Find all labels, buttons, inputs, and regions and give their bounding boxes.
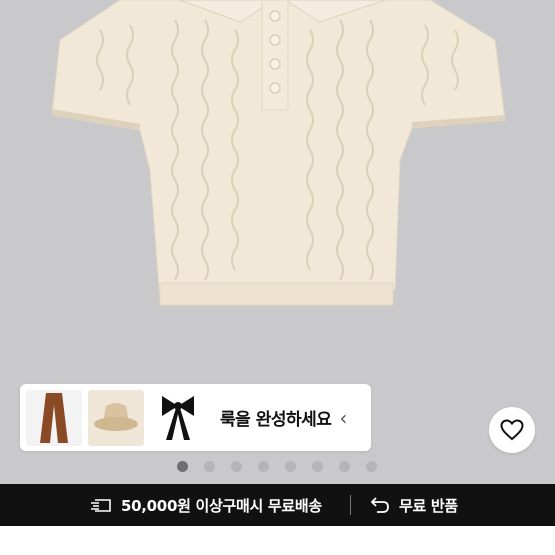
free-shipping-text: 50,000원 이상구매시 무료배송 <box>121 496 322 515</box>
carousel-dot[interactable] <box>312 461 323 472</box>
product-image-sweater <box>51 0 506 306</box>
truck-icon <box>91 499 111 512</box>
wishlist-button[interactable] <box>489 407 535 453</box>
return-arrow-icon <box>370 497 389 513</box>
look-item-thumbnail[interactable] <box>88 389 144 446</box>
complete-the-look-bar[interactable]: 룩을 완성하세요 ‹ <box>20 384 371 451</box>
page-background <box>0 526 555 555</box>
product-image-area[interactable]: 룩을 완성하세요 ‹ <box>0 0 555 484</box>
free-returns-text: 무료 반품 <box>399 496 458 515</box>
carousel-dot[interactable] <box>177 461 188 472</box>
carousel-dot[interactable] <box>339 461 350 472</box>
carousel-dot[interactable] <box>231 461 242 472</box>
look-item-thumbnail[interactable] <box>26 389 82 446</box>
carousel-dot[interactable] <box>366 461 377 472</box>
chevron-left-icon[interactable]: ‹ <box>339 408 347 428</box>
carousel-dot[interactable] <box>258 461 269 472</box>
bucket-hat-icon <box>94 402 138 431</box>
black-bow-icon <box>162 395 194 440</box>
free-shipping-notice: 50,000원 이상구매시 무료배송 <box>90 484 322 526</box>
carousel-dot[interactable] <box>285 461 296 472</box>
heart-icon <box>500 419 524 441</box>
look-item-thumbnail[interactable] <box>150 389 206 446</box>
brown-pants-icon <box>40 392 68 443</box>
free-returns-notice: 무료 반품 <box>370 484 458 526</box>
carousel-indicator <box>0 461 555 473</box>
complete-the-look-label: 룩을 완성하세요 <box>220 410 332 430</box>
banner-divider <box>350 495 351 515</box>
carousel-dot[interactable] <box>204 461 215 472</box>
benefit-banner: 50,000원 이상구매시 무료배송 무료 반품 <box>0 484 555 526</box>
